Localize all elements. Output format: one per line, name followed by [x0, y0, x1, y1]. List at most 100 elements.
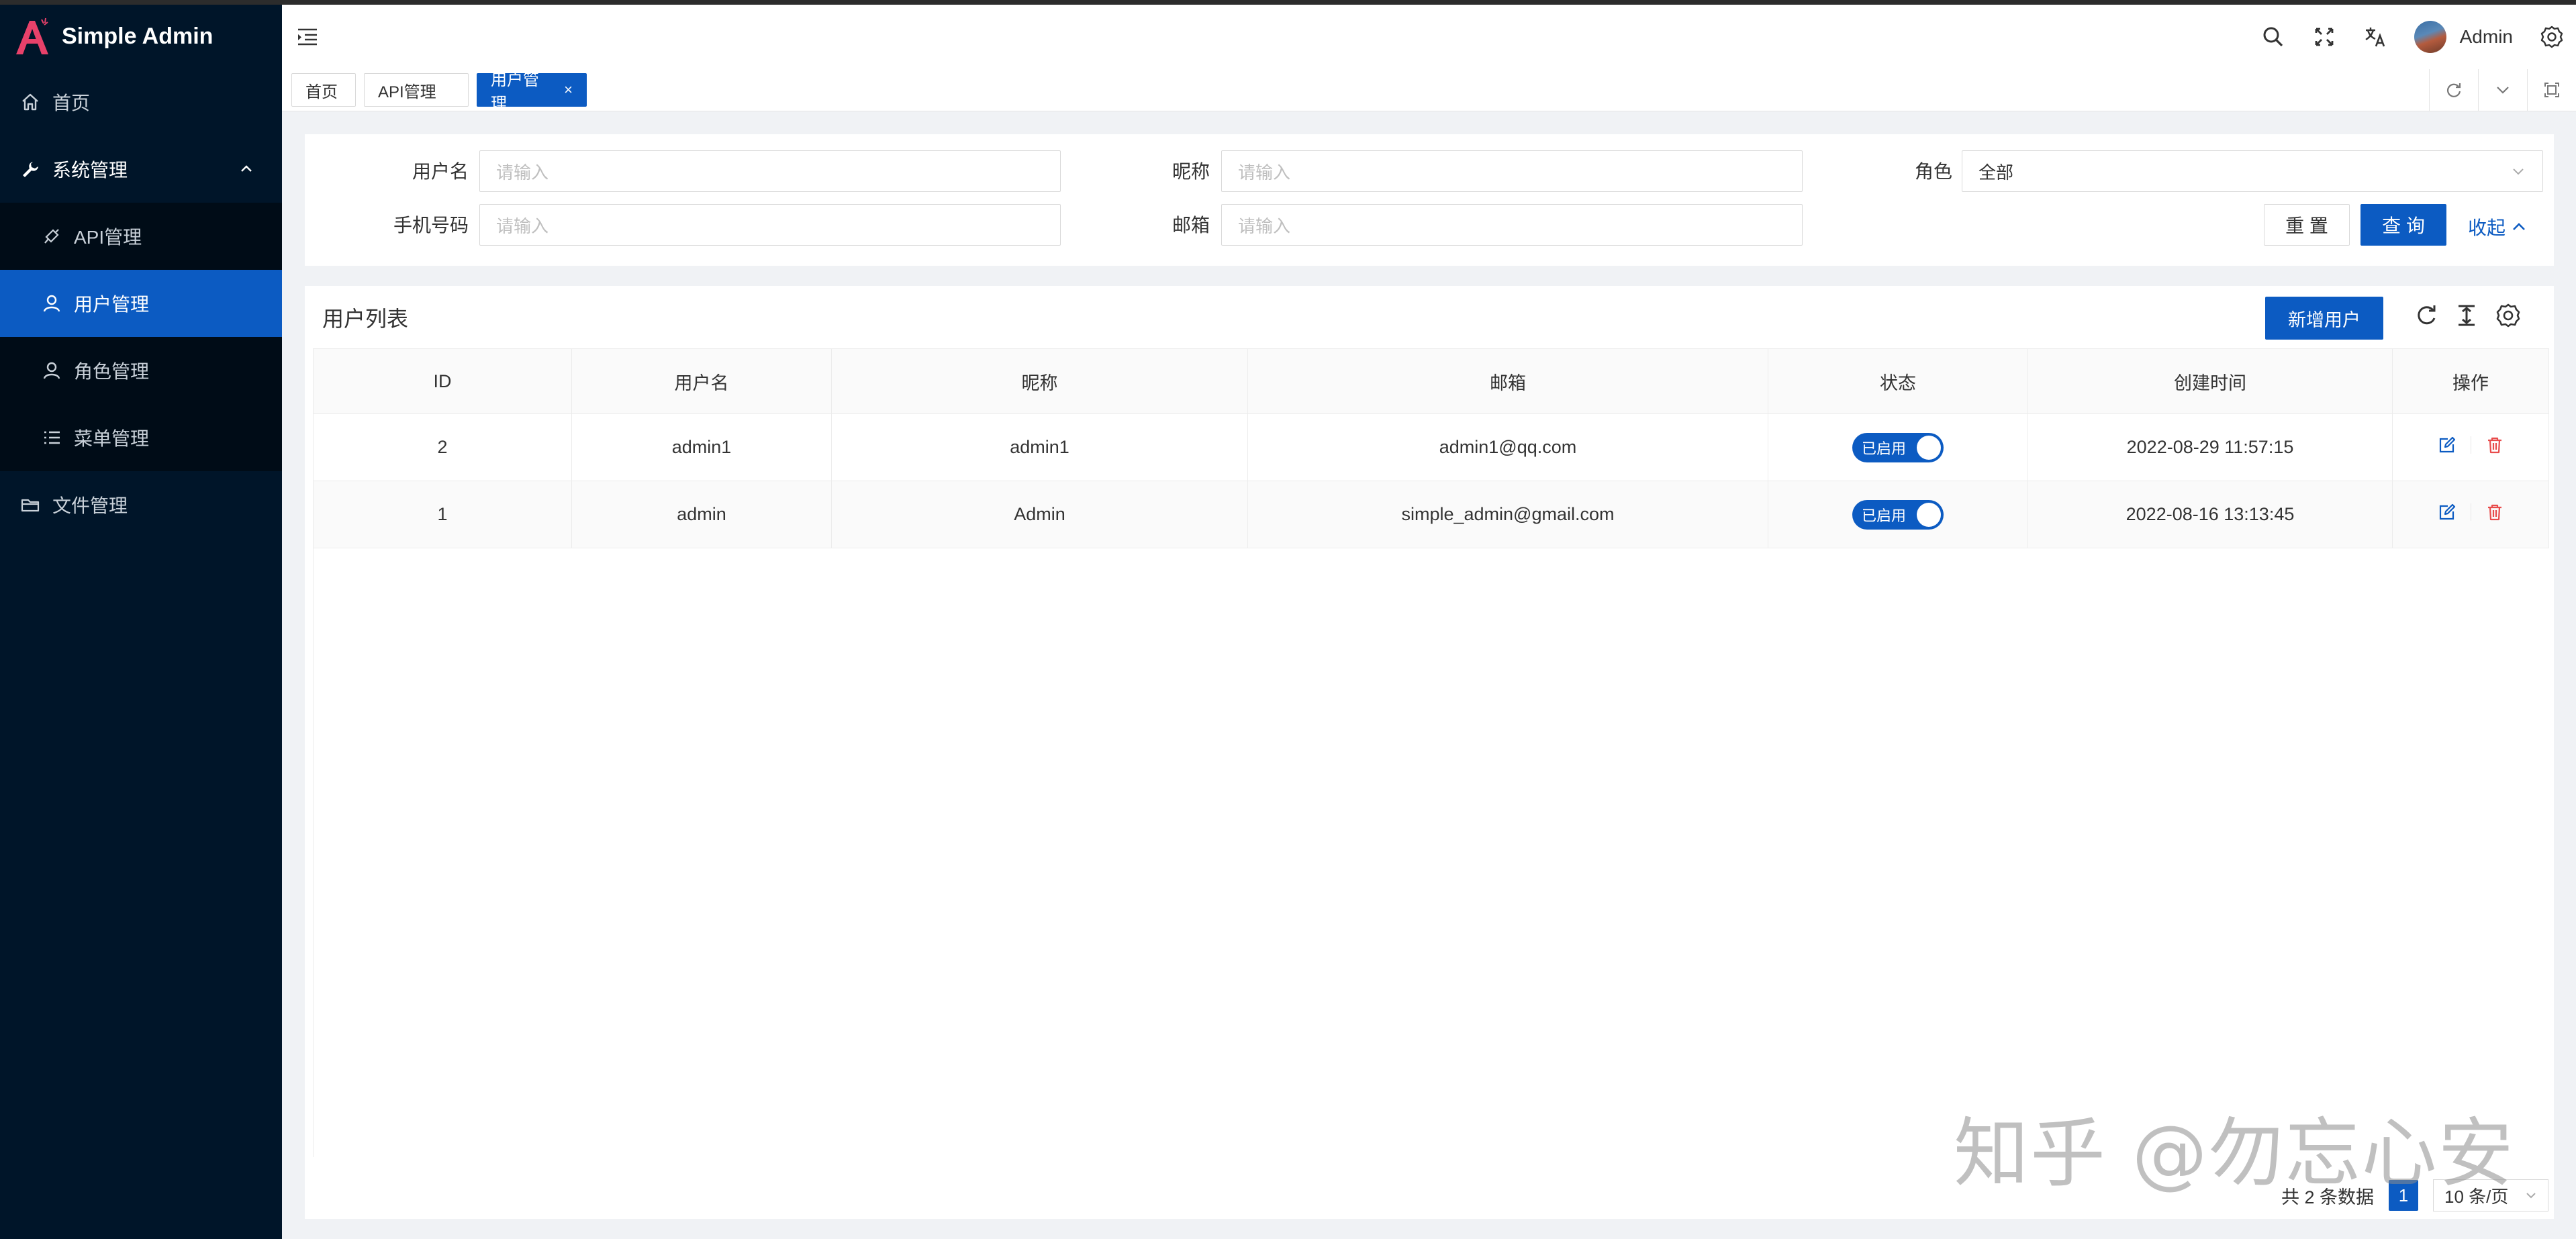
tabs-bar: 首页 API管理 用户管理 ×: [282, 69, 2576, 113]
cell-created: 2022-08-29 11:57:15: [2028, 413, 2393, 481]
api-icon: [42, 226, 62, 246]
table-panel: 用户列表 新增用户 ID 用户名 昵称 邮箱 状态 创建时间 操作 2 admi…: [305, 286, 2554, 1219]
table-empty-area: [313, 543, 2549, 1157]
email-label: 邮箱: [1172, 215, 1210, 236]
list-icon: [42, 428, 62, 448]
edit-icon[interactable]: [2437, 435, 2457, 455]
tab-label: API管理: [378, 83, 436, 101]
tab-fullscreen-button[interactable]: [2527, 69, 2576, 111]
sidebar-item-roles[interactable]: 角色管理: [0, 337, 282, 404]
header-actions: Admin: [2261, 5, 2576, 69]
chevron-down-icon: [2513, 168, 2524, 175]
search-icon[interactable]: [2261, 25, 2285, 49]
sidebar: Simple Admin 首页 系统管理 API管理 用户管理 角色管理 菜单管…: [0, 5, 282, 1239]
tab-label: 用户管理: [491, 71, 539, 113]
search-panel: 用户名 请输入 昵称 请输入 角色 全部 手机号码 请输入 邮箱 请输入 重 置…: [305, 134, 2554, 266]
column-header[interactable]: 状态: [1768, 348, 2028, 414]
toggle-knob: [1917, 435, 1941, 460]
nickname-label: 昵称: [1172, 161, 1210, 182]
tab-users[interactable]: 用户管理 ×: [477, 71, 587, 113]
sidebar-item-users[interactable]: 用户管理: [0, 270, 282, 337]
email-placeholder: 请输入: [1238, 215, 1291, 236]
sidebar-item-label: 角色管理: [74, 361, 150, 382]
collapse-link[interactable]: 收起: [2468, 213, 2528, 240]
table-row[interactable]: 2 admin1 admin1 admin1@qq.com 已启用 2022-0…: [313, 413, 2549, 481]
column-header[interactable]: 邮箱: [1247, 348, 1768, 414]
table-title: 用户列表: [322, 307, 409, 331]
cell-created: 2022-08-16 13:13:45: [2028, 481, 2393, 548]
username-label: 用户名: [412, 161, 469, 182]
cell-actions: [2392, 413, 2549, 481]
sidebar-item-label: 用户管理: [74, 294, 150, 315]
role-select[interactable]: 全部: [1962, 150, 2543, 192]
column-header[interactable]: 创建时间: [2028, 348, 2393, 414]
logo[interactable]: Simple Admin: [0, 5, 282, 68]
gear-icon[interactable]: [2540, 25, 2564, 49]
email-input[interactable]: 请输入: [1221, 204, 1803, 246]
reload-icon: [2446, 83, 2461, 97]
sidebar-item-label: 菜单管理: [74, 428, 150, 449]
fullscreen-icon[interactable]: [2312, 25, 2336, 49]
sidebar-item-files[interactable]: 文件管理: [0, 471, 282, 538]
role-icon: [42, 360, 62, 381]
sidebar-item-label: API管理: [74, 227, 142, 248]
tool-icon: [20, 159, 40, 179]
folder-icon: [20, 495, 40, 515]
menu-fold-icon[interactable]: [295, 25, 320, 49]
delete-icon[interactable]: [2485, 502, 2505, 522]
top-header: Admin: [282, 5, 2576, 70]
home-icon: [20, 92, 40, 112]
status-toggle[interactable]: 已启用: [1852, 499, 1944, 530]
sidebar-item-system[interactable]: 系统管理: [0, 136, 282, 203]
cell-status: 已启用: [1768, 413, 2028, 481]
column-header[interactable]: ID: [313, 348, 572, 414]
cell-username: admin: [571, 481, 832, 548]
nickname-input[interactable]: 请输入: [1221, 150, 1803, 192]
avatar[interactable]: [2414, 21, 2446, 53]
system-submenu: API管理 用户管理 角色管理 菜单管理: [0, 203, 282, 471]
user-name[interactable]: Admin: [2460, 26, 2513, 48]
sidebar-item-api[interactable]: API管理: [0, 203, 282, 270]
close-icon[interactable]: ×: [564, 81, 573, 99]
tab-api[interactable]: API管理: [364, 73, 469, 107]
tabs-dropdown-button[interactable]: [2478, 69, 2527, 111]
status-toggle[interactable]: 已启用: [1852, 432, 1944, 462]
column-height-icon[interactable]: [2453, 302, 2480, 329]
cell-username: admin1: [571, 413, 832, 481]
nickname-placeholder: 请输入: [1238, 162, 1291, 183]
sidebar-item-menus[interactable]: 菜单管理: [0, 404, 282, 471]
translate-icon[interactable]: [2363, 25, 2387, 49]
cell-nickname: admin1: [831, 413, 1248, 481]
sidebar-item-label: 文件管理: [52, 495, 128, 516]
reset-button[interactable]: 重 置: [2264, 204, 2350, 246]
query-button[interactable]: 查 询: [2360, 204, 2446, 246]
table-row[interactable]: 1 admin Admin simple_admin@gmail.com 已启用…: [313, 481, 2549, 548]
edit-icon[interactable]: [2437, 502, 2457, 522]
window-top-strip: [0, 0, 2576, 5]
column-header[interactable]: 昵称: [831, 348, 1248, 414]
mobile-input[interactable]: 请输入: [479, 204, 1061, 246]
role-value: 全部: [1978, 162, 2014, 183]
chevron-down-icon: [2526, 1193, 2536, 1199]
cell-email: simple_admin@gmail.com: [1247, 481, 1768, 548]
tab-home[interactable]: 首页: [291, 73, 356, 107]
sidebar-item-label: 系统管理: [52, 160, 128, 181]
column-header[interactable]: 操作: [2392, 348, 2549, 414]
cell-id: 1: [313, 481, 572, 548]
logo-icon: [16, 17, 48, 54]
tabs-actions: [2429, 69, 2576, 111]
delete-icon[interactable]: [2485, 435, 2505, 455]
status-label: 已启用: [1862, 440, 1907, 457]
add-user-button[interactable]: 新增用户: [2265, 297, 2383, 340]
cell-email: admin1@qq.com: [1247, 413, 1768, 481]
sidebar-item-label: 首页: [52, 93, 91, 113]
column-header[interactable]: 用户名: [571, 348, 832, 414]
watermark: 知乎 @勿忘心安: [1954, 1110, 2515, 1197]
refresh-icon[interactable]: [2413, 302, 2440, 329]
sidebar-item-home[interactable]: 首页: [0, 68, 282, 136]
row-actions: [2437, 435, 2505, 455]
table-settings-icon[interactable]: [2495, 302, 2522, 329]
username-placeholder: 请输入: [496, 162, 549, 183]
username-input[interactable]: 请输入: [479, 150, 1061, 192]
reload-tab-button[interactable]: [2429, 69, 2478, 111]
